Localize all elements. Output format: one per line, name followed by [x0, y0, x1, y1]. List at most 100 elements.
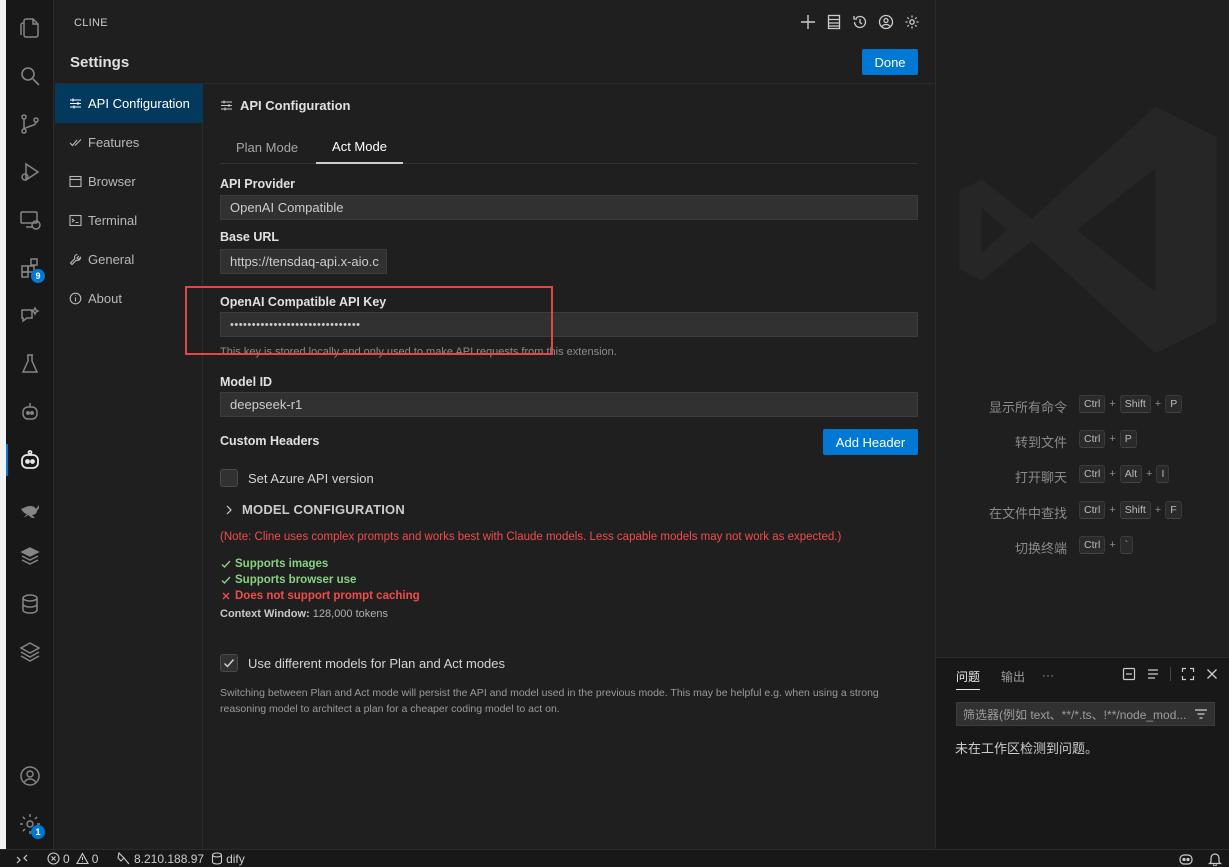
info-icon: [69, 292, 82, 305]
compatibility-note: (Note: Cline uses complex prompts and wo…: [220, 531, 842, 543]
problems-panel: 问题 输出 ··· 筛选器(例如 text、**/*.ts、!**/node_m…: [935, 657, 1229, 849]
context-window-label: Context Window:: [220, 608, 310, 620]
capability-browser: Supports browser use: [220, 574, 356, 586]
mcp-servers-icon[interactable]: [824, 12, 844, 32]
kbd: Alt: [1119, 465, 1143, 483]
model-configuration-toggle[interactable]: MODEL CONFIGURATION: [224, 502, 405, 517]
database-icon[interactable]: [6, 582, 54, 626]
kangaroo-icon[interactable]: [6, 486, 54, 530]
kbd: Ctrl: [1079, 465, 1106, 483]
account-circle-icon[interactable]: [876, 12, 896, 32]
ssh-host-status[interactable]: 8.210.188.97 dify: [117, 852, 245, 866]
problems-status[interactable]: 0 0: [47, 852, 98, 866]
add-header-button[interactable]: Add Header: [823, 429, 918, 455]
account-icon[interactable]: [6, 754, 54, 798]
nav-item-general[interactable]: General: [55, 240, 203, 279]
layers-icon[interactable]: [6, 534, 54, 578]
azure-version-label: Set Azure API version: [248, 470, 374, 486]
capability-text: Supports browser use: [235, 574, 357, 586]
maximize-icon[interactable]: [1181, 667, 1195, 681]
context-window: Context Window: 128,000 tokens: [220, 608, 388, 620]
close-icon[interactable]: [1205, 667, 1219, 681]
kbd: F: [1165, 501, 1182, 519]
extensions-badge: 9: [31, 269, 45, 283]
search-icon[interactable]: [6, 54, 54, 98]
tab-plan-mode[interactable]: Plan Mode: [236, 130, 316, 164]
chat-sparkle-icon[interactable]: [6, 294, 54, 338]
mode-explanation: Switching between Plan and Act mode will…: [220, 687, 879, 715]
tab-problems[interactable]: 问题: [956, 668, 981, 690]
ssh-plug-icon: [117, 852, 130, 865]
manage-gear-icon[interactable]: 1: [6, 802, 54, 846]
filter-icon[interactable]: [1194, 707, 1208, 721]
history-icon[interactable]: [850, 12, 870, 32]
nav-item-features[interactable]: Features: [55, 123, 203, 162]
shortcut-keys: Ctrl + Shift + F: [1079, 501, 1182, 519]
azure-version-row[interactable]: Set Azure API version: [220, 469, 374, 487]
testing-flask-icon[interactable]: [6, 342, 54, 386]
problems-actions: [1122, 667, 1219, 681]
shortcut-go-to-file: 转到文件 Ctrl + P: [936, 430, 1229, 450]
shortcut-find-in-files: 在文件中查找 Ctrl + Shift + F: [936, 501, 1229, 521]
x-icon: [222, 592, 230, 600]
check-icon: [224, 659, 235, 668]
capability-images: Supports images: [220, 558, 328, 570]
azure-version-checkbox[interactable]: [220, 469, 238, 487]
source-control-icon[interactable]: [6, 102, 54, 146]
wrench-icon: [69, 253, 82, 266]
api-key-label: OpenAI Compatible API Key: [220, 295, 387, 309]
stack-icon[interactable]: [6, 630, 54, 674]
kbd: Ctrl: [1079, 536, 1106, 554]
base-url-input[interactable]: https://tensdaq-api.x-aio.c: [220, 249, 387, 274]
kbd: I: [1156, 465, 1170, 483]
shortcut-label: 显示所有命令: [988, 400, 1067, 415]
kbd: Ctrl: [1079, 501, 1106, 519]
remote-explorer-icon[interactable]: [6, 198, 54, 242]
warning-count: 0: [91, 851, 99, 866]
db-name: dify: [226, 851, 245, 866]
problems-filter-input[interactable]: 筛选器(例如 text、**/*.ts、!**/node_mod...: [956, 702, 1215, 726]
api-provider-label: API Provider: [220, 177, 296, 191]
api-key-input[interactable]: ••••••••••••••••••••••••••••••: [220, 312, 918, 337]
base-url-label: Base URL: [220, 230, 280, 244]
nav-item-about[interactable]: About: [55, 279, 203, 318]
nav-item-api-configuration[interactable]: API Configuration: [55, 84, 203, 123]
different-models-checkbox[interactable]: [220, 654, 238, 672]
mode-tabs: Plan Mode Act Mode: [220, 130, 918, 164]
done-button[interactable]: Done: [862, 49, 918, 75]
shortcut-open-chat: 打开聊天 Ctrl + Alt + I: [936, 465, 1229, 485]
ssh-host: 8.210.188.97: [134, 851, 205, 866]
model-id-label: Model ID: [220, 375, 273, 389]
header-actions: [798, 12, 922, 32]
remote-indicator[interactable]: [16, 853, 28, 865]
nav-item-browser[interactable]: Browser: [55, 162, 203, 201]
tab-more[interactable]: ···: [1042, 668, 1054, 682]
activity-bar: 9 1: [6, 0, 54, 849]
terminal-icon: [69, 214, 82, 227]
api-provider-select[interactable]: OpenAI Compatible: [220, 195, 918, 220]
word-wrap-icon[interactable]: [1146, 667, 1160, 681]
nav-item-terminal[interactable]: Terminal: [55, 201, 203, 240]
run-debug-icon[interactable]: [6, 150, 54, 194]
settings-gear-icon[interactable]: [902, 12, 922, 32]
sliders-icon: [221, 100, 232, 111]
notifications-status[interactable]: [1208, 852, 1222, 866]
shortcut-show-commands: 显示所有命令 Ctrl + Shift + P: [936, 395, 1229, 415]
remote-icon: [16, 854, 28, 863]
robot-icon[interactable]: [6, 390, 54, 434]
editor-area: 显示所有命令 Ctrl + Shift + P 转到文件 Ctrl + P 打开聊天 …: [935, 0, 1229, 657]
model-id-input[interactable]: deepseek-r1: [220, 392, 918, 417]
collapse-icon[interactable]: [1122, 667, 1136, 681]
bell-icon: [1208, 852, 1222, 866]
sliders-icon: [70, 98, 81, 109]
cline-icon[interactable]: [6, 438, 54, 482]
copilot-status[interactable]: [1178, 852, 1194, 866]
explorer-icon[interactable]: [6, 6, 54, 50]
different-models-row[interactable]: Use different models for Plan and Act mo…: [220, 654, 505, 672]
manage-badge: 1: [31, 825, 45, 839]
section-title: API Configuration: [220, 98, 351, 113]
extensions-icon[interactable]: 9: [6, 246, 54, 290]
tab-act-mode[interactable]: Act Mode: [316, 130, 403, 164]
tab-output[interactable]: 输出: [1001, 668, 1025, 685]
new-task-plus-icon[interactable]: [798, 12, 818, 32]
